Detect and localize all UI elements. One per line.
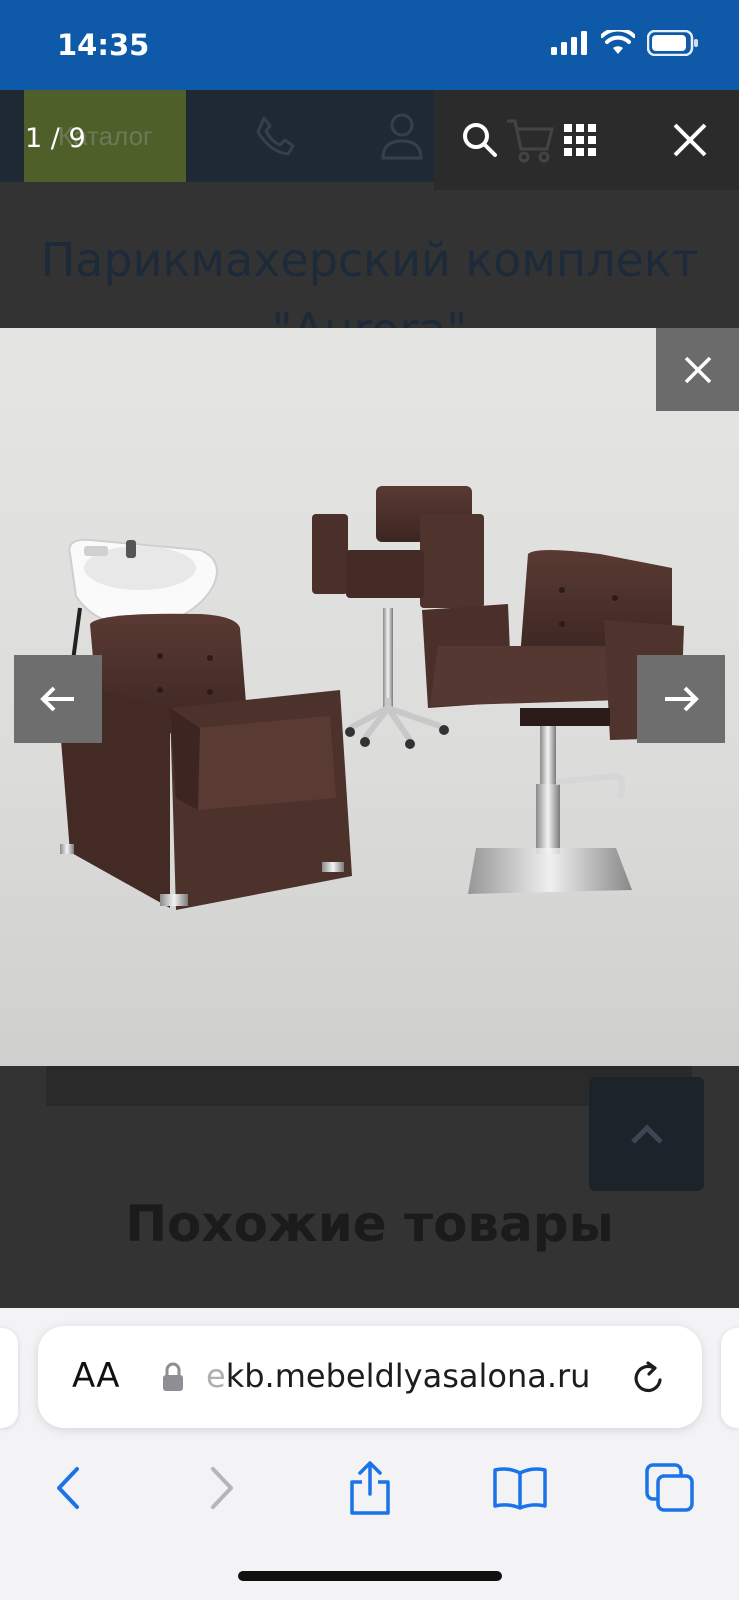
similar-products-heading: Похожие товары <box>125 1195 614 1253</box>
scroll-to-top-button[interactable] <box>589 1077 704 1191</box>
wifi-icon <box>601 30 635 54</box>
close-image-button[interactable] <box>656 328 739 411</box>
close-icon <box>684 356 711 383</box>
thumbnails-button[interactable] <box>534 90 626 190</box>
book-icon <box>493 1467 547 1510</box>
product-photo <box>56 486 684 910</box>
browser-nav-row <box>0 1438 739 1538</box>
arrow-left-icon <box>40 686 74 712</box>
address-bar[interactable]: AA ekb.mebeldlyasalona.ru <box>38 1326 702 1428</box>
home-indicator <box>238 1571 502 1581</box>
lock-icon <box>163 1362 183 1391</box>
close-lightbox-button[interactable] <box>644 90 736 190</box>
chevron-right-icon <box>211 1467 233 1509</box>
share-button[interactable] <box>330 1438 410 1538</box>
battery-icon <box>647 30 698 56</box>
status-bar: 14:35 <box>0 0 739 90</box>
url-faded-prefix: e <box>206 1357 226 1395</box>
back-button[interactable] <box>28 1438 108 1538</box>
chevron-left-icon <box>57 1467 79 1509</box>
next-image-button[interactable] <box>637 655 725 743</box>
lightbox-image <box>0 328 739 1066</box>
url-text: kb.mebeldlyasalona.ru <box>225 1357 591 1395</box>
slide-counter: 1 / 9 <box>25 123 86 154</box>
status-icons <box>551 30 699 56</box>
reload-icon[interactable] <box>630 1360 666 1396</box>
arrow-right-icon <box>665 686 699 712</box>
previous-tab-peek[interactable] <box>0 1328 18 1428</box>
url-field[interactable]: ekb.mebeldlyasalona.ru <box>206 1357 590 1395</box>
prev-image-button[interactable] <box>14 655 102 743</box>
search-icon <box>463 123 497 157</box>
aa-label: AA <box>72 1356 120 1396</box>
user-icon[interactable] <box>372 90 432 182</box>
forward-button[interactable] <box>182 1438 262 1538</box>
bookmarks-button[interactable] <box>480 1438 560 1538</box>
phone-icon[interactable] <box>244 90 304 182</box>
tabs-button[interactable] <box>630 1438 710 1538</box>
next-tab-peek[interactable] <box>721 1328 739 1428</box>
grid-icon <box>564 124 596 156</box>
status-time: 14:35 <box>57 28 150 62</box>
chevron-up-icon <box>630 1124 663 1144</box>
safari-toolbar: AA ekb.mebeldlyasalona.ru <box>0 1308 739 1600</box>
tabs-icon <box>645 1463 694 1512</box>
cellular-signal-icon <box>551 31 587 55</box>
share-icon <box>350 1461 390 1515</box>
close-icon <box>673 123 707 157</box>
lightbox-toolbar <box>434 90 739 190</box>
reader-options-button[interactable]: AA <box>72 1356 119 1396</box>
